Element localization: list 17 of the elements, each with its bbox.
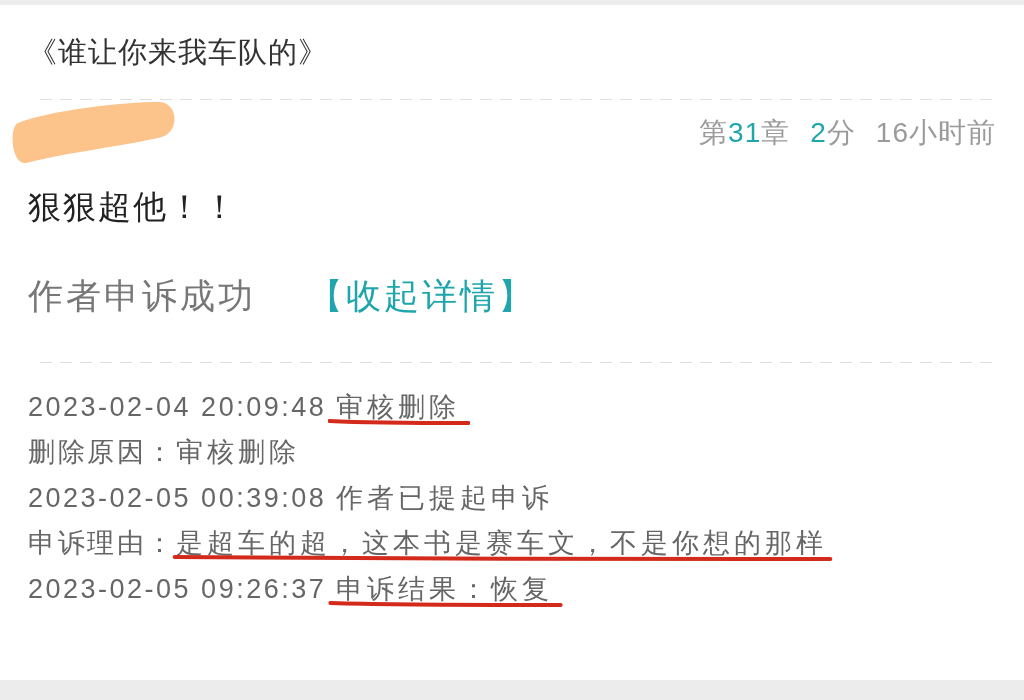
log-detail: 作者已提起申诉 [336, 481, 554, 515]
log-label: 申诉理由： [28, 527, 176, 561]
log-detail: 审核删除 [175, 436, 300, 470]
log-detail: 申诉结果：恢复 [336, 572, 554, 606]
log-detail: 是超车的超，这本书是赛车文，不是你想的那样 [175, 527, 827, 561]
comment-meta: 第31章 [699, 116, 791, 150]
comment-text: 狠狠超他！！ [28, 187, 238, 227]
log-time: 2023-02-05 09:26:37 [28, 572, 327, 606]
comment-meta: 16小时前 [875, 116, 996, 150]
details-toggle-link[interactable]: 【收起详情】 [308, 272, 536, 320]
log-time: 2023-02-05 00:39:08 [28, 481, 327, 515]
comment-meta: 2分 [810, 116, 856, 150]
appeal-status: 作者申诉成功 [28, 275, 256, 317]
book-title: 《谁让你来我车队的》 [28, 35, 328, 70]
log-detail: 审核删除 [336, 390, 461, 424]
log-label: 删除原因： [28, 436, 176, 470]
log-time: 2023-02-04 20:09:48 [28, 390, 327, 424]
